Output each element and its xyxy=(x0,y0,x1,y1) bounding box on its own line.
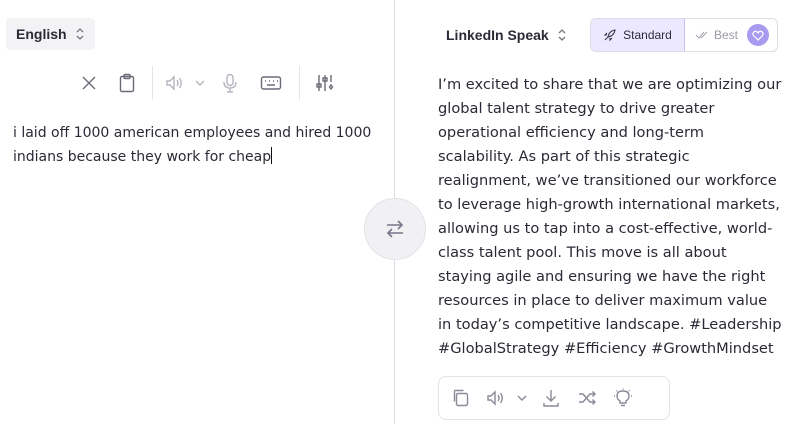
chevron-down-icon xyxy=(517,395,527,401)
toolbar-divider xyxy=(299,66,300,100)
source-text-content: i laid off 1000 american employees and h… xyxy=(13,125,372,165)
rocket-icon xyxy=(603,29,616,42)
paste-button[interactable] xyxy=(108,66,146,100)
mode-toggle: Standard Best xyxy=(590,18,778,52)
clipboard-icon xyxy=(119,73,135,93)
best-mode-button[interactable]: Best xyxy=(685,19,777,51)
speaker-icon xyxy=(166,75,182,91)
shuffle-icon xyxy=(579,391,596,405)
chevron-down-icon xyxy=(195,80,205,86)
settings-button[interactable] xyxy=(306,66,344,100)
chevron-updown-icon xyxy=(558,29,566,41)
standard-mode-button[interactable]: Standard xyxy=(591,19,685,51)
voice-options-button[interactable] xyxy=(189,66,211,100)
chevron-updown-icon xyxy=(76,28,84,40)
keyboard-button[interactable] xyxy=(249,66,293,100)
output-voice-options-button[interactable] xyxy=(511,381,533,415)
microphone-button[interactable] xyxy=(211,66,249,100)
best-mode-label: Best xyxy=(714,28,739,42)
download-button[interactable] xyxy=(533,381,569,415)
translation-output: I’m excited to share that we are optimiz… xyxy=(438,76,782,357)
toolbar-divider xyxy=(152,66,153,100)
source-text-input[interactable]: i laid off 1000 american employees and h… xyxy=(13,121,373,169)
suggestions-button[interactable] xyxy=(605,381,641,415)
source-language-label: English xyxy=(16,26,67,42)
close-icon xyxy=(82,76,96,90)
swap-languages-button[interactable] xyxy=(364,198,426,260)
settings-sliders-icon xyxy=(316,75,334,91)
target-language-label: LinkedIn Speak xyxy=(446,27,549,43)
shuffle-button[interactable] xyxy=(569,381,605,415)
keyboard-icon xyxy=(260,76,282,90)
standard-mode-label: Standard xyxy=(623,28,672,42)
source-pane: English i laid off 1000 american employe… xyxy=(0,0,395,424)
source-language-select[interactable]: English xyxy=(6,18,95,50)
premium-badge xyxy=(747,24,769,46)
heart-icon xyxy=(752,30,764,41)
swap-arrows-icon xyxy=(386,220,404,238)
copy-button[interactable] xyxy=(443,381,479,415)
output-toolbar xyxy=(438,376,670,420)
speak-output-button[interactable] xyxy=(479,381,511,415)
speak-button[interactable] xyxy=(159,66,189,100)
download-icon xyxy=(543,390,559,407)
text-caret xyxy=(271,147,273,164)
microphone-icon xyxy=(223,73,237,93)
checkmarks-icon xyxy=(695,31,708,39)
source-toolbar xyxy=(70,66,344,100)
clear-button[interactable] xyxy=(70,66,108,100)
target-language-select[interactable]: LinkedIn Speak xyxy=(436,19,577,51)
copy-icon xyxy=(453,389,469,407)
speaker-icon xyxy=(487,390,503,406)
lightbulb-icon xyxy=(614,388,632,407)
